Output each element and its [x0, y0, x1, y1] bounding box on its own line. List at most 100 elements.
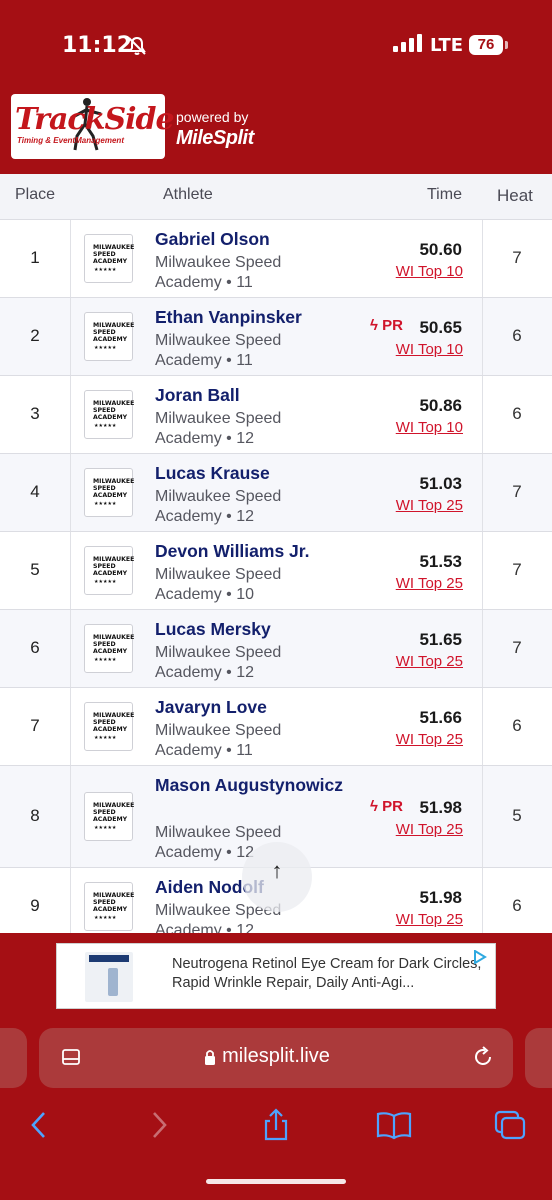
athlete-team: Milwaukee Speed Academy • 11	[155, 332, 282, 369]
mark-time: 50.65	[419, 318, 462, 337]
ad-banner[interactable]: Neutrogena Retinol Eye Cream for Dark Ci…	[56, 943, 496, 1009]
arrow-up-icon: ↑	[271, 858, 283, 883]
table-row[interactable]: 3 MILWAUKEE SPEED ACADEMY ★★★★★ Joran Ba…	[0, 376, 552, 454]
battery-tip	[505, 41, 508, 49]
product-box-header	[89, 955, 129, 962]
product-tube	[108, 968, 118, 996]
tabs-icon[interactable]	[490, 1108, 530, 1142]
trackside-logo[interactable]: TrackSide Timing & EventManagement	[11, 94, 175, 159]
prev-tab-edge[interactable]	[0, 1028, 27, 1088]
athlete-name-link[interactable]: Lucas Krause	[155, 462, 355, 484]
state-rank-link[interactable]: WI Top 25	[396, 575, 463, 592]
mark-time: 51.66	[419, 708, 462, 727]
column-divider	[70, 688, 71, 765]
header-heat[interactable]: Heat	[497, 186, 533, 206]
athlete-name-link[interactable]: Joran Ball	[155, 384, 355, 406]
athlete-name-link[interactable]: Ethan Vanpinsker	[155, 306, 355, 328]
column-divider	[70, 298, 71, 375]
team-logo: MILWAUKEE SPEED ACADEMY ★★★★★	[84, 468, 134, 517]
state-rank-link[interactable]: WI Top 10	[396, 419, 463, 436]
heat-cell: 6	[512, 326, 522, 345]
athlete-name-link[interactable]: Mason Augustynowicz	[155, 774, 355, 796]
table-row[interactable]: 6 MILWAUKEE SPEED ACADEMY ★★★★★ Lucas Me…	[0, 610, 552, 688]
team-logo-text: MILWAUKEE SPEED ACADEMY	[93, 556, 135, 577]
mark-time: 51.03	[419, 474, 462, 493]
team-logo: MILWAUKEE SPEED ACADEMY ★★★★★	[84, 624, 135, 673]
place-cell: 7	[30, 716, 40, 735]
results-table-header: Place Athlete Time Heat	[0, 174, 552, 220]
forward-icon[interactable]	[138, 1108, 178, 1142]
place-cell: 8	[30, 806, 40, 825]
table-row[interactable]: 1 MILWAUKEE SPEED ACADEMY ★★★★★ Gabriel …	[0, 220, 552, 298]
milesplit-logo[interactable]: MileSplit	[176, 127, 254, 150]
next-tab-edge[interactable]	[525, 1028, 552, 1088]
table-row[interactable]: 4 MILWAUKEE SPEED ACADEMY ★★★★★ Lucas Kr…	[0, 454, 552, 532]
share-icon[interactable]	[256, 1108, 296, 1142]
athlete-team: Milwaukee Speed Academy • 11	[155, 254, 282, 291]
athlete-name-link[interactable]: Lucas Mersky	[155, 618, 355, 640]
team-logo-stars: ★★★★★	[94, 825, 117, 831]
table-row[interactable]: 2 MILWAUKEE SPEED ACADEMY ★★★★★ Ethan Va…	[0, 298, 552, 376]
place-cell: 6	[30, 638, 40, 657]
team-logo-text: MILWAUKEE SPEED ACADEMY	[93, 634, 135, 655]
team-logo: MILWAUKEE SPEED ACADEMY ★★★★★	[84, 792, 135, 841]
mark-time: 51.98	[419, 798, 462, 817]
team-logo-text: MILWAUKEE SPEED ACADEMY	[93, 400, 135, 421]
battery-icon: 76	[469, 35, 503, 55]
ad-text: Neutrogena Retinol Eye Cream for Dark Ci…	[172, 956, 482, 991]
column-divider	[70, 220, 71, 297]
state-rank-link[interactable]: WI Top 10	[396, 341, 463, 358]
column-divider	[70, 868, 71, 933]
table-row[interactable]: 7 MILWAUKEE SPEED ACADEMY ★★★★★ Javaryn …	[0, 688, 552, 766]
pr-badge: ϟ PR	[370, 798, 403, 815]
state-rank-link[interactable]: WI Top 25	[396, 653, 463, 670]
heat-cell: 6	[512, 404, 522, 423]
back-icon[interactable]	[20, 1108, 60, 1142]
team-logo-text: MILWAUKEE SPEED ACADEMY	[93, 712, 135, 733]
team-logo-stars: ★★★★★	[94, 657, 117, 663]
column-divider	[70, 532, 71, 609]
silent-bell-icon	[128, 36, 146, 55]
product-image	[85, 952, 133, 1002]
reload-icon[interactable]	[471, 1045, 495, 1069]
state-rank-link[interactable]: WI Top 25	[396, 497, 463, 514]
status-bar: 11:12 LTE 76	[0, 0, 552, 82]
table-row[interactable]: 5 MILWAUKEE SPEED ACADEMY ★★★★★ Devon Wi…	[0, 532, 552, 610]
header-athlete[interactable]: Athlete	[163, 186, 213, 204]
team-logo: MILWAUKEE SPEED ACADEMY ★★★★★	[84, 234, 134, 283]
place-cell: 4	[30, 482, 40, 501]
place-cell: 3	[30, 404, 40, 423]
column-divider	[70, 376, 71, 453]
state-rank-link[interactable]: WI Top 25	[396, 821, 463, 838]
ad-choices-icon[interactable]	[473, 950, 487, 964]
athlete-name-link[interactable]: Devon Williams Jr.	[155, 540, 355, 562]
state-rank-link[interactable]: WI Top 25	[396, 731, 463, 748]
team-logo: MILWAUKEE SPEED ACADEMY ★★★★★	[84, 312, 135, 361]
place-cell: 5	[30, 560, 40, 579]
athlete-name-link[interactable]: Javaryn Love	[155, 696, 355, 718]
address-bar[interactable]: milesplit.live	[39, 1028, 513, 1088]
header-place[interactable]: Place	[15, 186, 55, 204]
heat-cell: 6	[512, 896, 522, 915]
place-cell: 1	[30, 248, 40, 267]
place-cell: 9	[30, 896, 40, 915]
scroll-to-top-button[interactable]: ↑	[242, 842, 312, 912]
mark-time: 51.98	[419, 888, 462, 907]
team-logo-stars: ★★★★★	[94, 423, 117, 429]
heat-cell: 7	[512, 248, 522, 267]
athlete-name-link[interactable]: Gabriel Olson	[155, 228, 355, 250]
team-logo-text: MILWAUKEE SPEED ACADEMY	[93, 322, 135, 343]
athlete-team: Milwaukee Speed Academy • 12	[155, 644, 282, 681]
browser-chrome: milesplit.live	[0, 1015, 552, 1200]
clock: 11:12	[62, 33, 133, 58]
url-text: milesplit.live	[222, 1045, 330, 1067]
team-logo-text: MILWAUKEE SPEED ACADEMY	[93, 802, 135, 823]
bookmarks-icon[interactable]	[374, 1108, 414, 1142]
team-logo-stars: ★★★★★	[94, 501, 117, 507]
athlete-team: Milwaukee Speed Academy • 12	[155, 488, 282, 525]
header-time[interactable]: Time	[427, 186, 462, 204]
state-rank-link[interactable]: WI Top 10	[396, 263, 463, 280]
ad-container: Neutrogena Retinol Eye Cream for Dark Ci…	[0, 933, 552, 1015]
state-rank-link[interactable]: WI Top 25	[396, 911, 463, 928]
athlete-team: Milwaukee Speed Academy • 12	[155, 410, 282, 447]
